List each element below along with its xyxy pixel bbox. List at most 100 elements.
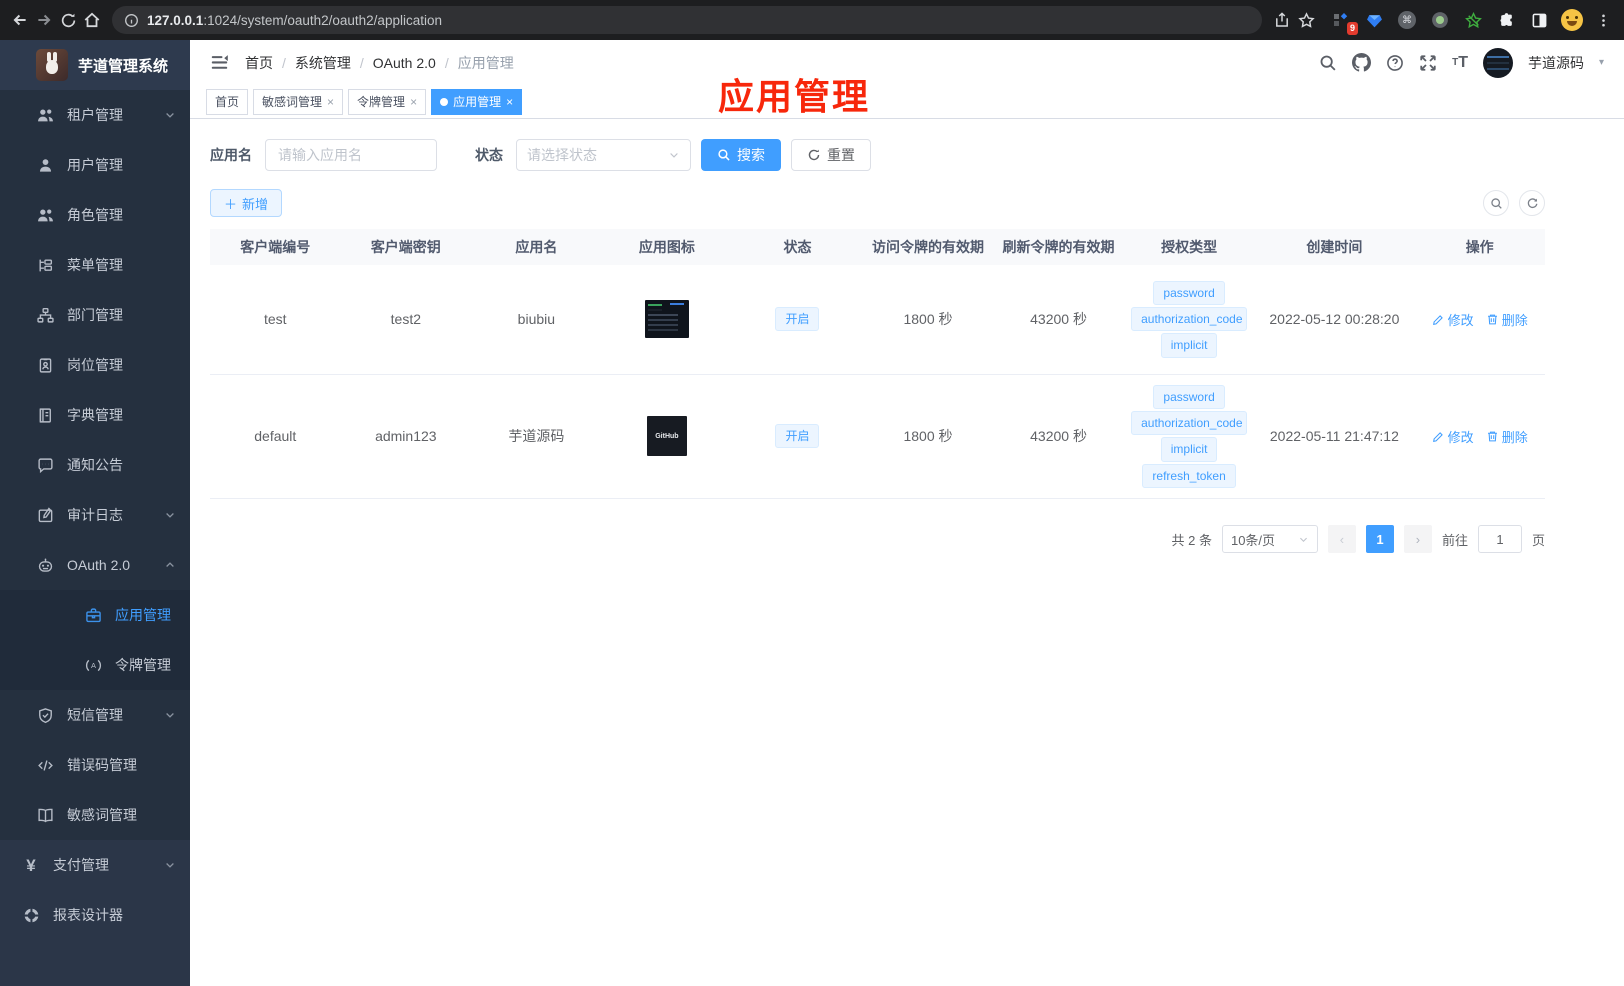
close-icon[interactable]: × <box>327 96 334 108</box>
open-book-icon <box>36 806 54 824</box>
breadcrumb-item[interactable]: 系统管理 <box>295 53 351 73</box>
add-button-label: 新增 <box>242 196 269 212</box>
client-id-cell: test <box>210 265 341 375</box>
close-icon[interactable]: × <box>506 96 513 108</box>
status-select[interactable]: 请选择状态 <box>516 139 691 171</box>
goto-page-input[interactable] <box>1477 525 1522 554</box>
site-info-icon[interactable] <box>124 13 139 28</box>
tag-tab[interactable]: 敏感词管理 × <box>253 88 344 115</box>
app-icon-image[interactable]: GitHub <box>646 416 687 457</box>
sidebar-item-menu[interactable]: 菜单管理 <box>0 240 190 290</box>
add-button[interactable]: ＋ 新增 <box>210 189 283 217</box>
sidebar-item-role[interactable]: 角色管理 <box>0 190 190 240</box>
user-menu-caret-icon[interactable]: ▾ <box>1599 57 1604 68</box>
sidebar-item-sms[interactable]: 短信管理 <box>0 690 190 740</box>
share-icon[interactable] <box>1272 5 1292 35</box>
browser-home-icon[interactable] <box>82 5 102 35</box>
refresh-table-button[interactable] <box>1519 190 1545 216</box>
fullscreen-icon[interactable] <box>1419 54 1437 72</box>
applications-table: 客户端编号 客户端密钥 应用名 应用图标 状态 访问令牌的有效期 刷新令牌的有效期 授权类型创… <box>210 229 1545 500</box>
chevron-down-icon <box>164 709 176 721</box>
breadcrumb-item[interactable]: OAuth 2.0 <box>373 55 436 71</box>
close-icon[interactable]: × <box>410 96 417 108</box>
sidebar-item-sensitive-word[interactable]: 敏感词管理 <box>0 790 190 840</box>
sidebar-menu: 租户管理用户管理角色管理 菜单管理 部门管理 岗位管理字典管理通知公告审计日志 OAut… <box>0 90 190 940</box>
extension-icon-blocks[interactable]: 9 <box>1328 7 1358 35</box>
sidebar-item-label: 令牌管理 <box>115 657 171 673</box>
app-icon-image[interactable] <box>644 300 689 339</box>
pen-icon <box>1432 430 1445 443</box>
sidebar-item-audit-log[interactable]: 审计日志 <box>0 490 190 540</box>
user-avatar[interactable] <box>1482 47 1513 78</box>
access-ttl-cell: 1800 秒 <box>862 265 994 375</box>
page-number-button[interactable]: 1 <box>1365 525 1394 554</box>
breadcrumb-item[interactable]: 首页 <box>245 53 273 73</box>
extension-icon-gem[interactable] <box>1361 7 1387 33</box>
help-icon[interactable] <box>1386 54 1404 72</box>
font-size-icon[interactable]: TT <box>1452 54 1468 72</box>
tag-tab[interactable]: 首页 <box>206 88 249 115</box>
address-bar[interactable]: 127.0.0.1:1024/system/oauth2/oauth2/appl… <box>112 6 1262 34</box>
sidebar-item-label: OAuth 2.0 <box>67 557 131 573</box>
app-name-input[interactable] <box>265 139 437 171</box>
svg-text:A: A <box>91 661 96 670</box>
breadcrumb-separator: / <box>444 54 449 71</box>
status-cell: 开启 <box>732 265 863 375</box>
header-search-icon[interactable] <box>1319 54 1337 72</box>
sidebar-item-label: 用户管理 <box>67 157 123 173</box>
github-icon[interactable] <box>1352 53 1372 72</box>
sidebar-item-oauth2-token[interactable]: A 令牌管理 <box>0 640 190 690</box>
sidebar-item-label: 审计日志 <box>67 507 123 523</box>
sidebar-item-pay[interactable]: ¥ 支付管理 <box>0 840 190 890</box>
reading-mode-icon[interactable] <box>1526 7 1552 33</box>
edit-button[interactable]: 修改 <box>1432 427 1474 446</box>
sidebar-item-label: 错误码管理 <box>67 757 137 773</box>
search-button[interactable]: 搜索 <box>701 139 781 171</box>
browser-back-icon[interactable] <box>10 5 30 35</box>
sidebar-item-oauth2[interactable]: OAuth 2.0 <box>0 540 190 590</box>
delete-button[interactable]: 删除 <box>1486 310 1528 329</box>
page-size-select[interactable]: 10条/页 <box>1221 525 1318 554</box>
sidebar-item-oauth2-application[interactable]: 应用管理 <box>0 590 190 640</box>
sidebar-item-label: 字典管理 <box>67 407 123 423</box>
main-area: 应用管理 首页 / 系统管理 / OAuth 2.0 / 应用管理 TT 芋道源码 ▾ 首页… <box>190 40 1624 986</box>
sidebar-item-dept[interactable]: 部门管理 <box>0 290 190 340</box>
sidebar-item-label: 支付管理 <box>53 857 109 873</box>
sidebar-item-user[interactable]: 用户管理 <box>0 140 190 190</box>
extension-icon-record[interactable] <box>1427 7 1453 33</box>
sidebar-item-tenant[interactable]: 租户管理 <box>0 90 190 140</box>
sidebar-item-dict[interactable]: 字典管理 <box>0 390 190 440</box>
next-page-button[interactable]: › <box>1403 525 1432 554</box>
client-secret-cell: admin123 <box>340 374 472 500</box>
delete-button[interactable]: 删除 <box>1486 427 1528 446</box>
tag-tab[interactable]: 应用管理 × <box>431 88 523 115</box>
reset-button[interactable]: 重置 <box>791 139 871 171</box>
tag-tab[interactable]: 令牌管理 × <box>348 88 427 115</box>
extensions-puzzle-icon[interactable] <box>1493 7 1519 33</box>
browser-menu-icon[interactable] <box>1592 5 1614 35</box>
extension-icon-command[interactable]: ⌘ <box>1394 7 1420 33</box>
app-logo-row[interactable]: 芋道管理系统 <box>0 40 190 90</box>
sidebar-item-notice[interactable]: 通知公告 <box>0 440 190 490</box>
access-ttl-cell: 1800 秒 <box>862 374 994 500</box>
browser-forward-icon[interactable] <box>34 5 54 35</box>
extension-icon-star[interactable] <box>1460 7 1486 33</box>
user-icon <box>36 156 54 174</box>
code-icon <box>36 756 54 774</box>
toggle-search-button[interactable] <box>1483 190 1509 216</box>
red-annotation-text: 应用管理 <box>718 76 871 117</box>
sidebar-item-post[interactable]: 岗位管理 <box>0 340 190 390</box>
sidebar-item-report[interactable]: 报表设计器 <box>0 890 190 940</box>
sidebar-collapse-icon[interactable] <box>210 53 229 72</box>
created-time-cell: 2022-05-11 21:47:12 <box>1254 374 1415 500</box>
sidebar-item-error-code[interactable]: 错误码管理 <box>0 740 190 790</box>
edit-button[interactable]: 修改 <box>1432 310 1474 329</box>
prev-page-button[interactable]: ‹ <box>1327 525 1356 554</box>
user-name[interactable]: 芋道源码 <box>1528 53 1584 73</box>
bookmark-star-icon[interactable] <box>1296 5 1316 35</box>
org-chart-icon <box>36 306 54 324</box>
page-content: 应用名 状态 请选择状态 搜索 重置 ＋ 新增 <box>190 119 1545 554</box>
grant-type-tag: password <box>1153 280 1225 306</box>
browser-reload-icon[interactable] <box>58 5 78 35</box>
profile-avatar-icon[interactable] <box>1559 7 1585 33</box>
